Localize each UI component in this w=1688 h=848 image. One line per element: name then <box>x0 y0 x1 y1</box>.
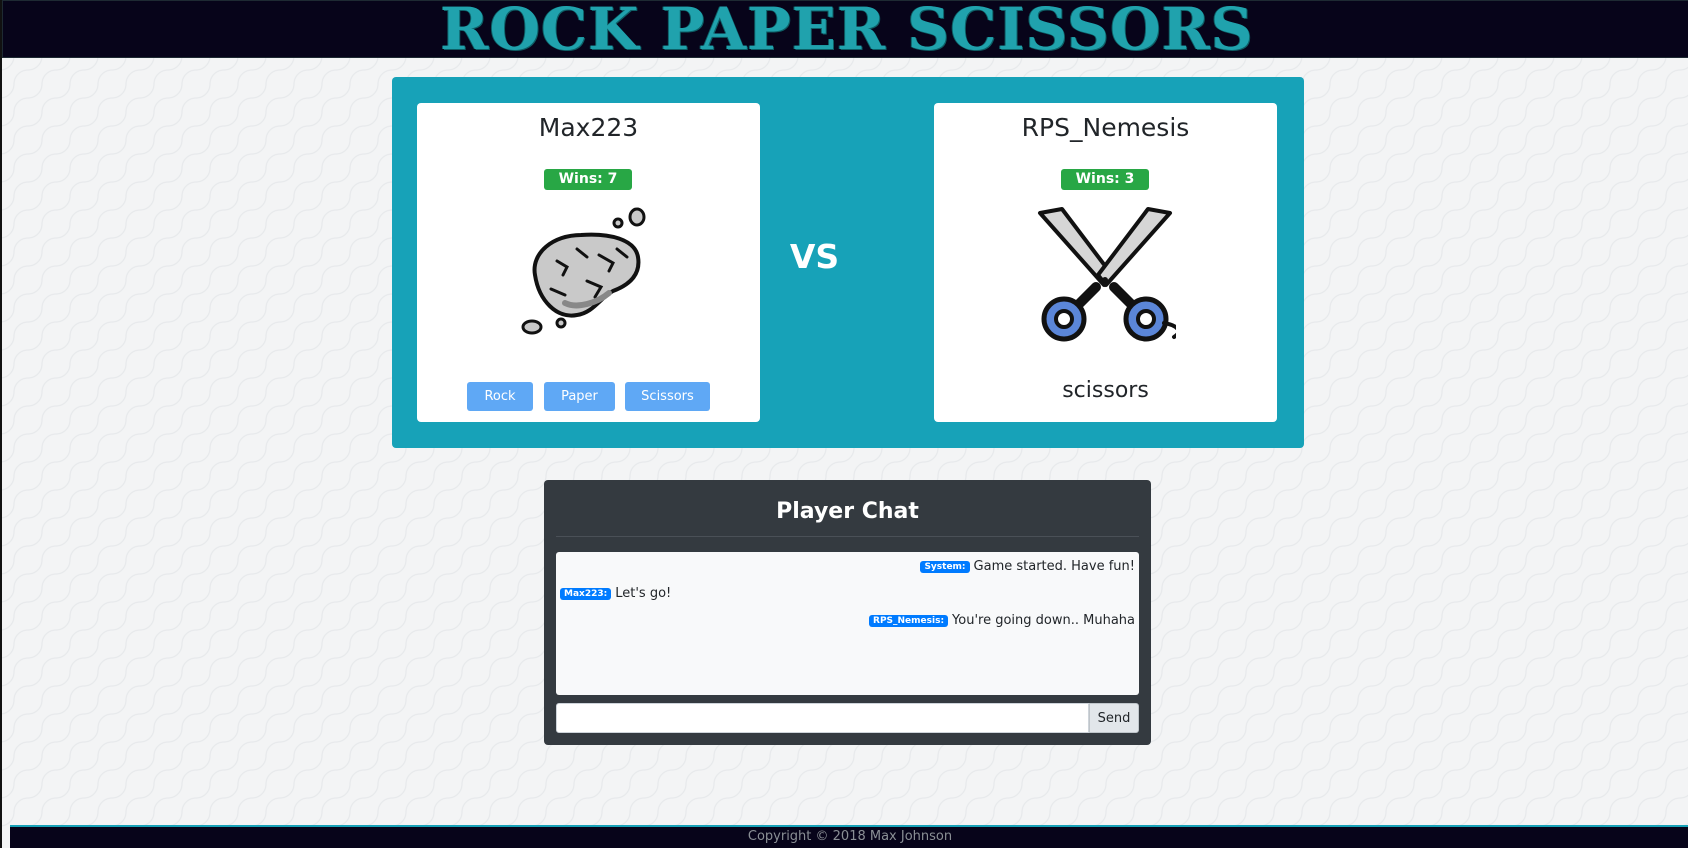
player2-card: RPS_Nemesis Wins: 3 scissors <box>934 103 1277 422</box>
copyright-text: Copyright © 2018 Max Johnson <box>747 829 953 844</box>
chat-message: System: Game started. Have fun! <box>560 559 1135 574</box>
vs-label: VS <box>789 237 840 276</box>
player2-wins-badge: Wins: 3 <box>1061 169 1149 190</box>
player1-wins-label: Wins: 7 <box>558 171 618 187</box>
chat-message: Max223: Let's go! <box>560 586 1135 601</box>
chat-sender-badge: System: <box>920 561 970 573</box>
chat-sender-badge: RPS_Nemesis: <box>869 615 949 627</box>
chat-divider <box>556 536 1139 537</box>
player1-name: Max223 <box>538 113 639 142</box>
player2-wins-label: Wins: 3 <box>1075 171 1135 187</box>
chat-message-text: Let's go! <box>615 586 672 601</box>
chat-panel: Player Chat System: Game started. Have fu… <box>544 480 1151 745</box>
footer: Copyright © 2018 Max Johnson <box>10 825 1688 848</box>
rock-button[interactable]: Rock <box>467 382 533 411</box>
player2-name: RPS_Nemesis <box>1021 113 1190 142</box>
game-panel: Max223 Wins: 7 Rock Paper Scissors VS RP… <box>392 77 1304 448</box>
app-title-logo: ROCK PAPER SCISSORS <box>440 0 1254 63</box>
chat-log[interactable]: System: Game started. Have fun! Max223: Le… <box>556 552 1139 695</box>
rock-icon <box>521 207 646 335</box>
app-header: ROCK PAPER SCISSORS <box>2 0 1688 63</box>
chat-message-input[interactable] <box>556 703 1089 733</box>
chat-message-text: You're going down.. Muhaha <box>952 613 1135 628</box>
paper-button[interactable]: Paper <box>544 382 615 411</box>
chat-title: Player Chat <box>776 499 919 524</box>
choice-buttons: Rock Paper Scissors <box>467 382 711 412</box>
opponent-choice-label: scissors <box>1062 378 1149 403</box>
scissors-button[interactable]: Scissors <box>625 382 710 411</box>
player1-card: Max223 Wins: 7 Rock Paper Scissors <box>417 103 760 422</box>
chat-message-text: Game started. Have fun! <box>973 559 1135 574</box>
chat-message: RPS_Nemesis: You're going down.. Muhaha <box>560 613 1135 628</box>
scissors-icon <box>1038 207 1176 342</box>
send-button[interactable]: Send <box>1089 703 1139 733</box>
player1-wins-badge: Wins: 7 <box>544 169 632 190</box>
chat-sender-badge: Max223: <box>560 588 612 600</box>
